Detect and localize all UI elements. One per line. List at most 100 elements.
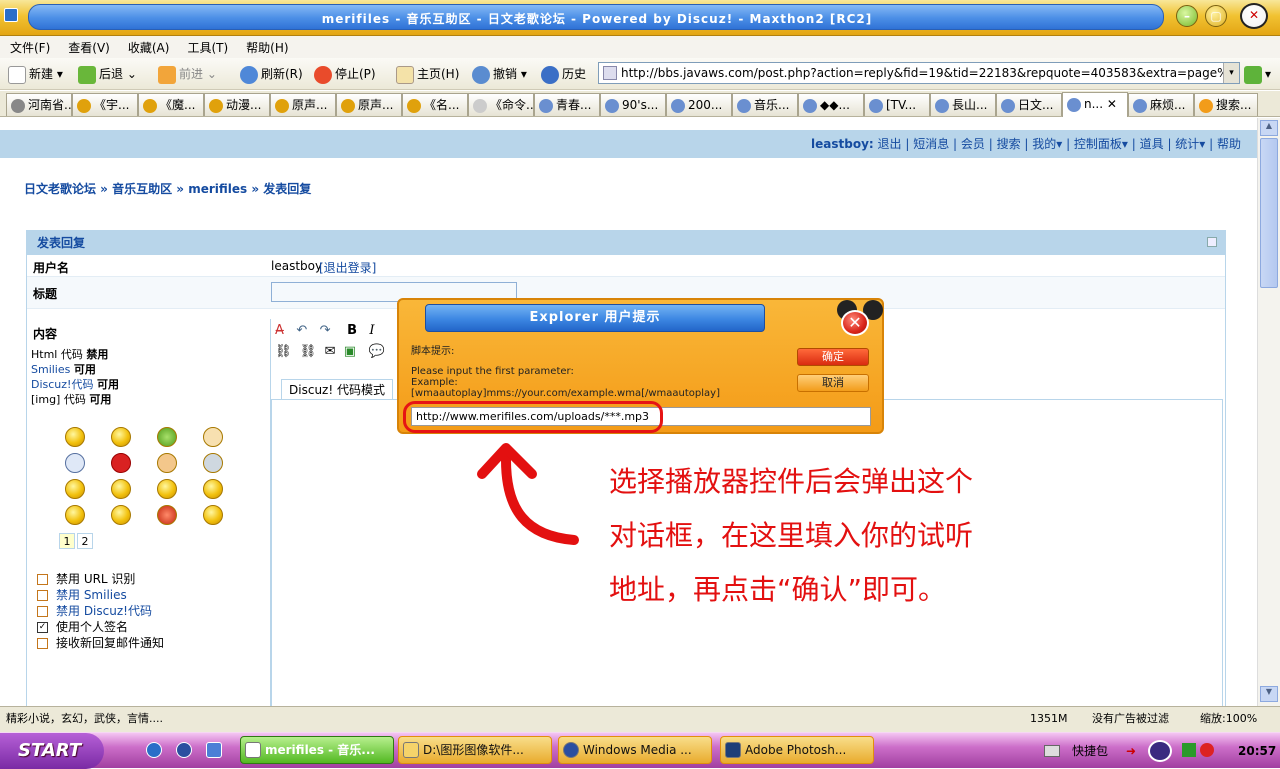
lips-icon[interactable] [111, 453, 131, 473]
close-button[interactable]: ✕ [1240, 3, 1268, 29]
undo-button[interactable]: 撤销 ▾ [472, 63, 527, 85]
option-disable-url[interactable]: 禁用 URL 识别 [37, 571, 164, 587]
home-button[interactable]: 主页(H) [396, 63, 459, 85]
person-icon[interactable] [157, 427, 177, 447]
phone-icon[interactable] [203, 453, 223, 473]
stop-button[interactable]: 停止(P) [314, 63, 376, 85]
quicklaunch-explorer-icon[interactable] [206, 742, 222, 758]
tab-15[interactable]: 長山... [930, 93, 996, 116]
shy-icon[interactable] [203, 505, 223, 525]
tab-18[interactable]: 麻烦... [1128, 93, 1194, 116]
quote-icon[interactable]: 💬 [368, 344, 384, 359]
scroll-up-icon[interactable]: ▲ [1260, 120, 1278, 136]
quicklaunch-media-icon[interactable] [176, 742, 192, 758]
option-disable-smilies[interactable]: 禁用 Smilies [37, 587, 164, 603]
smilies-link[interactable]: Smilies [31, 363, 70, 376]
tab-4[interactable]: 动漫... [204, 93, 270, 116]
checkbox-checked[interactable]: ✓ [37, 622, 48, 633]
laugh-icon[interactable] [65, 505, 85, 525]
handshake-icon[interactable] [157, 453, 177, 473]
tab-6[interactable]: 原声... [336, 93, 402, 116]
arrow-icon[interactable]: ➜ [1126, 733, 1136, 769]
quicklaunch-browser-icon[interactable] [146, 742, 162, 758]
username-link[interactable]: leastboy: [811, 137, 874, 151]
tongue-icon[interactable] [157, 479, 177, 499]
mad-icon[interactable] [157, 505, 177, 525]
scroll-thumb[interactable] [1260, 138, 1278, 288]
task-photoshop[interactable]: Adobe Photosh... [720, 736, 874, 764]
tab-13[interactable]: ◆◆... [798, 93, 864, 116]
tab-3[interactable]: 《魔... [138, 93, 204, 116]
tab-19[interactable]: 搜索... [1194, 93, 1258, 116]
minimize-button[interactable]: – [1176, 5, 1198, 27]
dialog-close-button[interactable]: ✕ [841, 310, 869, 336]
menu-tools[interactable]: 工具(T) [177, 36, 236, 56]
grin-icon[interactable] [111, 427, 131, 447]
vertical-scrollbar[interactable]: ▲ ▼ [1257, 118, 1280, 706]
tab-12[interactable]: 音乐... [732, 93, 798, 116]
tab-10[interactable]: 90's... [600, 93, 666, 116]
link-icon[interactable]: ⛓ [275, 344, 292, 359]
keyboard-icon[interactable] [1044, 745, 1060, 757]
italic-icon[interactable]: I [369, 323, 374, 338]
breadcrumb[interactable]: 日文老歌论坛 » 音乐互助区 » merifiles » 发表回复 [24, 180, 311, 197]
refresh-button[interactable]: 刷新(R) [240, 63, 303, 85]
checkbox[interactable] [37, 638, 48, 649]
undo-icon[interactable]: ↶ [296, 323, 307, 338]
ok-button[interactable]: 确定 [797, 348, 869, 366]
tab-9[interactable]: 青春... [534, 93, 600, 116]
history-button[interactable]: 历史 [541, 63, 586, 85]
task-maxthon[interactable]: merifiles - 音乐... [240, 736, 394, 764]
new-button[interactable]: 新建 ▾ [8, 63, 63, 85]
tab-16[interactable]: 日文... [996, 93, 1062, 116]
option-email-notify[interactable]: 接收新回复邮件通知 [37, 635, 164, 651]
clear-format-icon[interactable]: A̶ [275, 323, 284, 338]
sad-icon[interactable] [203, 479, 223, 499]
tab-1[interactable]: 河南省... [6, 93, 72, 116]
zoom-level[interactable]: 缩放:100% [1200, 707, 1257, 731]
tab-close-icon[interactable]: ✕ [1103, 97, 1117, 111]
back-button[interactable]: 后退 ⌄ [78, 63, 137, 85]
discuz-code-mode-tab[interactable]: Discuz! 代码模式 [281, 379, 393, 399]
menu-file[interactable]: 文件(F) [0, 36, 58, 56]
email-icon[interactable]: ✉ [325, 344, 336, 359]
cry-icon[interactable] [111, 505, 131, 525]
network-icon[interactable] [1182, 743, 1196, 757]
option-disable-discuz[interactable]: 禁用 Discuz!代码 [37, 603, 164, 619]
security-icon[interactable] [1200, 743, 1214, 757]
menu-favorites[interactable]: 收藏(A) [118, 36, 178, 56]
menu-view[interactable]: 查看(V) [58, 36, 118, 56]
checkbox[interactable] [37, 574, 48, 585]
quick-pack-label[interactable]: 快捷包 [1072, 733, 1108, 769]
scroll-down-icon[interactable]: ▼ [1260, 686, 1278, 702]
discuz-code-link[interactable]: Discuz!代码 [31, 378, 93, 391]
help-icon[interactable] [1207, 237, 1217, 247]
address-bar[interactable]: http://bbs.javaws.com/post.php?action=re… [598, 62, 1240, 84]
tab-8[interactable]: 《命令... [468, 93, 534, 116]
checkbox[interactable] [37, 590, 48, 601]
option-signature[interactable]: ✓ 使用个人签名 [37, 619, 164, 635]
cancel-button[interactable]: 取消 [797, 374, 869, 392]
image-icon[interactable]: ▣ [344, 344, 356, 359]
start-button[interactable]: START [0, 733, 104, 769]
page-2[interactable]: 2 [77, 533, 93, 549]
forward-button[interactable]: 前进 ⌄ [158, 63, 217, 85]
unlink-icon[interactable]: ⛓ [300, 344, 317, 359]
tab-5[interactable]: 原声... [270, 93, 336, 116]
tab-17[interactable]: n... ✕ [1062, 92, 1128, 117]
happy-icon[interactable] [65, 479, 85, 499]
angry-icon[interactable] [111, 479, 131, 499]
bold-icon[interactable]: B [347, 323, 357, 338]
page-1[interactable]: 1 [59, 533, 75, 549]
clock-smiley-icon[interactable] [65, 453, 85, 473]
redo-icon[interactable]: ↷ [320, 323, 331, 338]
go-button[interactable]: ▾ [1244, 63, 1271, 85]
task-media-player[interactable]: Windows Media ... [558, 736, 712, 764]
checkbox[interactable] [37, 606, 48, 617]
tab-11[interactable]: 200... [666, 93, 732, 116]
address-dropdown[interactable]: ▾ [1223, 63, 1239, 83]
eye-icon[interactable] [1148, 740, 1172, 762]
tab-7[interactable]: 《名... [402, 93, 468, 116]
task-folder[interactable]: D:\图形图像软件... [398, 736, 552, 764]
user-links[interactable]: 退出 | 短消息 | 会员 | 搜索 | 我的▾ | 控制面板▾ | 道具 | … [878, 137, 1241, 151]
